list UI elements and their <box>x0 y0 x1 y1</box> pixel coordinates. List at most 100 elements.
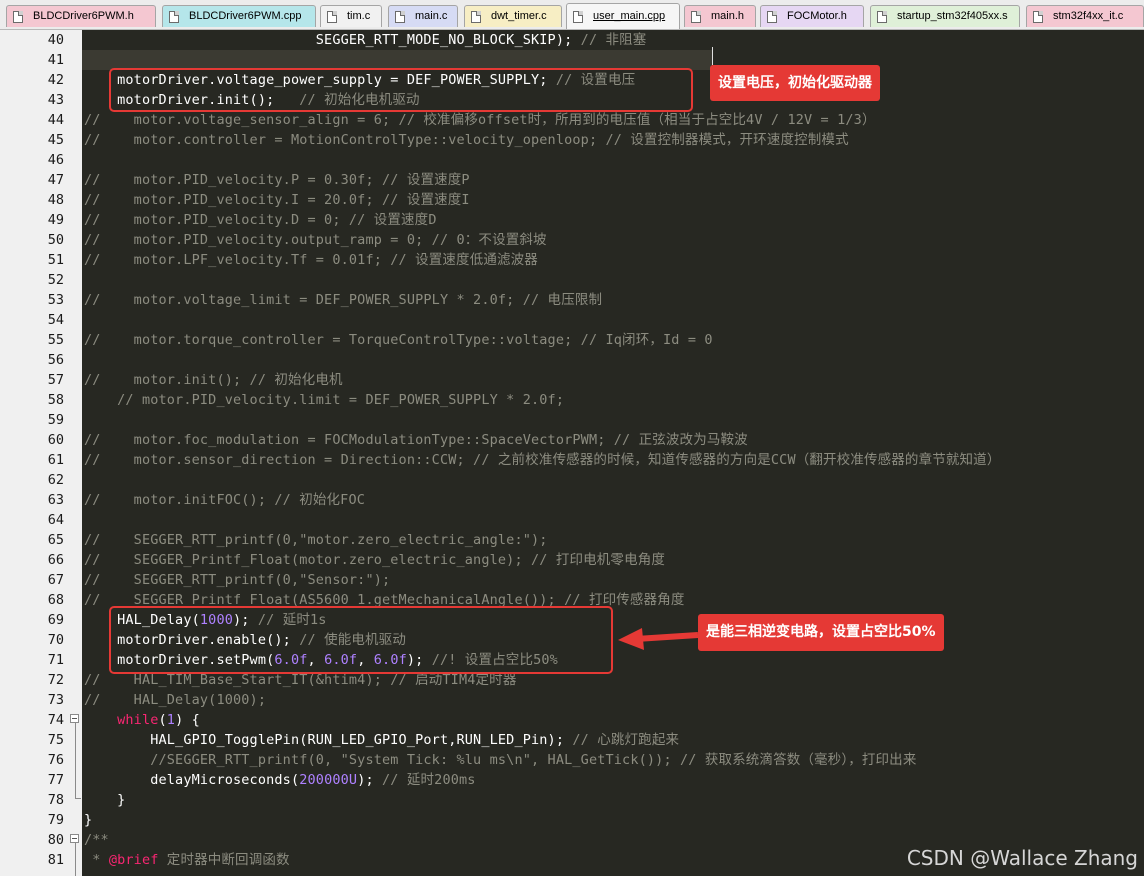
line-number: 76 <box>47 752 64 768</box>
code-line: // motor.sensor_direction = Direction::C… <box>84 450 1000 470</box>
line-number: 49 <box>47 212 64 228</box>
line-number: 74 <box>47 712 64 728</box>
line-number: 65 <box>47 532 64 548</box>
line-number: 57 <box>47 372 64 388</box>
tab-focmotor-h[interactable]: FOCMotor.h <box>760 5 864 27</box>
code-line: // motor.PID_velocity.P = 0.30f; // 设置速度… <box>84 170 470 190</box>
tab-stm32f4xx-it-c[interactable]: stm32f4xx_it.c <box>1026 5 1144 27</box>
code-token-cm: // HAL_Delay(1000); <box>84 692 267 708</box>
code-line: // motor.PID_velocity.D = 0; // 设置速度D <box>84 210 437 230</box>
tab-label: startup_stm32f405xx.s <box>897 10 1008 22</box>
fold-toggle-icon[interactable] <box>70 714 79 723</box>
line-number: 42 <box>47 72 64 88</box>
code-token-cm: // motor.PID_velocity.I = 20.0f; // 设置速度… <box>84 192 470 208</box>
tab-bar: BLDCDriver6PWM.h BLDCDriver6PWM.cpp tim.… <box>0 0 1144 30</box>
line-number: 73 <box>47 692 64 708</box>
line-number: 56 <box>47 352 64 368</box>
file-icon <box>1033 11 1043 23</box>
code-token-cm: // SEGGER_RTT_printf(0,"Sensor:"); <box>84 572 391 588</box>
line-number: 58 <box>47 392 64 408</box>
file-icon <box>395 11 405 23</box>
line-number: 53 <box>47 292 64 308</box>
line-number: 54 <box>47 312 64 328</box>
code-token-num: 200000U <box>299 772 358 788</box>
code-line: // motor.init(); // 初始化电机 <box>84 370 343 390</box>
text-caret <box>712 47 713 65</box>
code-line: // HAL_Delay(1000); <box>84 690 266 710</box>
tab-bldcdriver6pwm-cpp[interactable]: BLDCDriver6PWM.cpp <box>162 5 316 27</box>
tab-startup-stm32f405xx-s[interactable]: startup_stm32f405xx.s <box>870 5 1020 27</box>
tab-main-h[interactable]: main.h <box>684 5 756 27</box>
line-number: 40 <box>47 32 64 48</box>
code-token-cm: /** <box>84 832 109 848</box>
fold-guide <box>75 843 76 876</box>
line-number: 67 <box>47 572 64 588</box>
callout-init: 设置电压，初始化驱动器 <box>710 65 880 101</box>
tab-label: main.h <box>711 10 745 22</box>
tab-main-c[interactable]: main.c <box>388 5 458 27</box>
code-token-cm: // motor.PID_velocity.limit = DEF_POWER_… <box>84 392 565 408</box>
tab-dwt-timer-c[interactable]: dwt_timer.c <box>464 5 562 27</box>
line-number: 52 <box>47 272 64 288</box>
code-line: // motor.PID_velocity.output_ramp = 0; /… <box>84 230 547 250</box>
current-line-highlight <box>82 50 712 70</box>
code-token-cm: // motor.PID_velocity.D = 0; // 设置速度D <box>84 212 437 228</box>
code-token-cm: // SEGGER_RTT_printf(0,"motor.zero_elect… <box>84 532 548 548</box>
line-number: 68 <box>47 592 64 608</box>
code-line: /** <box>84 830 109 850</box>
code-token-cm: // 延时200ms <box>382 772 476 788</box>
line-number: 69 <box>47 612 64 628</box>
code-token-cm: // 心跳灯跑起来 <box>572 732 680 748</box>
tab-user-main-cpp[interactable]: user_main.cpp <box>566 3 680 29</box>
file-icon <box>877 11 887 23</box>
line-number: 80 <box>47 832 64 848</box>
arrow-icon <box>618 628 699 650</box>
code-token-cm: 定时器中断回调函数 <box>158 852 290 868</box>
code-token-cm: // motor.init(); // 初始化电机 <box>84 372 343 388</box>
code-token-cm: // SEGGER_Printf_Float(motor.zero_electr… <box>84 552 666 568</box>
line-number: 61 <box>47 452 64 468</box>
code-token-code <box>84 712 117 728</box>
tab-label: user_main.cpp <box>593 10 666 22</box>
line-number: 43 <box>47 92 64 108</box>
line-number: 75 <box>47 732 64 748</box>
code-line: // motor.PID_velocity.limit = DEF_POWER_… <box>84 390 564 410</box>
code-line: // SEGGER_RTT_printf(0,"motor.zero_elect… <box>84 530 548 550</box>
tab-label: BLDCDriver6PWM.cpp <box>189 10 302 22</box>
fold-toggle-icon[interactable] <box>70 834 79 843</box>
code-line: // motor.voltage_sensor_align = 6; // 校准… <box>84 110 876 130</box>
tab-label: main.c <box>415 10 448 22</box>
tab-tim-c[interactable]: tim.c <box>320 5 382 27</box>
code-token-cm: //SEGGER_RTT_printf(0, "System Tick: %lu… <box>84 752 917 768</box>
file-icon <box>767 11 777 23</box>
line-number: 71 <box>47 652 64 668</box>
line-number: 62 <box>47 472 64 488</box>
tab-bldcdriver6pwm-h[interactable]: BLDCDriver6PWM.h <box>6 5 156 27</box>
code-token-cm: // motor.sensor_direction = Direction::C… <box>84 452 1001 468</box>
line-number: 81 <box>47 852 64 868</box>
code-token-cm: // motor.PID_velocity.P = 0.30f; // 设置速度… <box>84 172 470 188</box>
code-token-cm: * <box>84 852 109 868</box>
code-token-cm: // motor.initFOC(); // 初始化FOC <box>84 492 366 508</box>
tab-label: FOCMotor.h <box>787 10 847 22</box>
code-token-cm: // 非阻塞 <box>580 32 647 48</box>
highlight-box-init <box>109 68 693 112</box>
line-number: 41 <box>47 52 64 68</box>
code-token-code: ) { <box>175 712 200 728</box>
code-token-code: } <box>84 792 126 808</box>
watermark: CSDN @Wallace Zhang <box>906 846 1138 870</box>
file-icon <box>169 11 179 23</box>
code-token-cm: // motor.foc_modulation = FOCModulationT… <box>84 432 748 448</box>
fold-guide <box>75 723 76 799</box>
file-icon <box>471 11 481 23</box>
code-line: // motor.voltage_limit = DEF_POWER_SUPPL… <box>84 290 602 310</box>
file-icon <box>573 11 583 23</box>
line-number: 79 <box>47 812 64 828</box>
line-number: 48 <box>47 192 64 208</box>
code-token-tag: @brief <box>108 852 159 868</box>
code-line: // motor.initFOC(); // 初始化FOC <box>84 490 365 510</box>
file-icon <box>327 11 337 23</box>
code-line: // motor.LPF_velocity.Tf = 0.01f; // 设置速… <box>84 250 538 270</box>
code-line: // motor.torque_controller = TorqueContr… <box>84 330 713 350</box>
code-token-cm: // motor.PID_velocity.output_ramp = 0; /… <box>84 232 547 248</box>
